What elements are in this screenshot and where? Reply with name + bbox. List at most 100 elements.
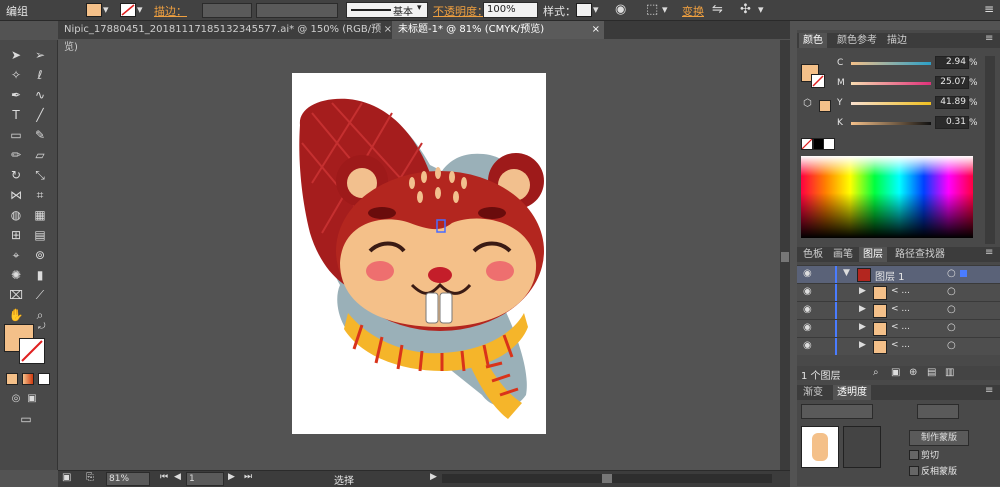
transparency-opacity-input[interactable] — [917, 404, 959, 419]
free-transform-tool-icon[interactable]: ⌗ — [30, 186, 50, 204]
prev-artboard-icon[interactable]: ◀ — [174, 472, 181, 482]
hand-tool-icon[interactable]: ✋ — [6, 306, 26, 324]
channel-m-value[interactable]: 25.07 — [935, 76, 969, 89]
tab-pathfinder[interactable]: 路径查找器 — [891, 247, 949, 262]
tab-nipic-document[interactable]: Nipic_17880451_20181117185132345577.ai* … — [58, 21, 396, 53]
channel-k-value[interactable]: 0.31 — [935, 116, 969, 129]
tab-gradient[interactable]: 渐变 — [799, 385, 827, 400]
target-icon[interactable]: ○ — [947, 304, 956, 315]
stroke-label[interactable]: 描边： — [154, 3, 187, 19]
channel-c-value[interactable]: 2.94 — [935, 56, 969, 69]
vertical-scrollbar[interactable] — [780, 40, 790, 470]
mesh-tool-icon[interactable]: ⊞ — [6, 226, 26, 244]
white-swatch[interactable] — [823, 138, 835, 150]
lasso-tool-icon[interactable]: ℓ — [30, 66, 50, 84]
scroll-thumb[interactable] — [602, 474, 612, 483]
chevron-down-icon[interactable]: ▼ — [843, 268, 850, 278]
artboard-nav-icon[interactable]: ▣ — [62, 472, 71, 483]
panel-menu-icon[interactable]: ≡ — [984, 2, 994, 16]
channel-m-slider[interactable] — [851, 82, 931, 85]
invert-mask-checkbox[interactable] — [909, 466, 919, 476]
scroll-thumb[interactable] — [781, 252, 789, 262]
variable-width-dropdown[interactable] — [256, 3, 338, 18]
pen-tool-icon[interactable]: ✒ — [6, 86, 26, 104]
type-tool-icon[interactable]: T — [6, 106, 26, 124]
gradient-tool-icon[interactable]: ▤ — [30, 226, 50, 244]
rotate-tool-icon[interactable]: ↻ — [6, 166, 26, 184]
clip-checkbox[interactable] — [909, 450, 919, 460]
sublayer-name[interactable]: < ... — [891, 304, 910, 314]
recolor-icon[interactable]: ◉ — [615, 2, 626, 17]
stroke-swatch[interactable] — [120, 3, 136, 17]
chevron-right-icon[interactable]: ▶ — [859, 340, 866, 350]
opacity-input[interactable]: 100% — [483, 2, 538, 18]
artboard-tool-icon[interactable]: ⌧ — [6, 286, 26, 304]
channel-y-value[interactable]: 41.89 — [935, 96, 969, 109]
eye-icon[interactable]: ◉ — [803, 304, 812, 315]
tab-untitled-document[interactable]: 未标题-1* @ 81% (CMYK/预览) × — [392, 21, 604, 39]
chevron-down-icon[interactable]: ▾ — [137, 3, 143, 16]
stroke-weight-dropdown[interactable] — [202, 3, 252, 18]
sublayer-name[interactable]: < ... — [891, 322, 910, 332]
paintbrush-tool-icon[interactable]: ✎ — [30, 126, 50, 144]
blend-tool-icon[interactable]: ⊚ — [30, 246, 50, 264]
fill-swatch[interactable] — [86, 3, 102, 17]
eye-icon[interactable]: ◉ — [803, 286, 812, 297]
slice-tool-icon[interactable]: ⟋ — [30, 286, 50, 304]
width-tool-icon[interactable]: ⋈ — [6, 186, 26, 204]
eyedropper-tool-icon[interactable]: ⌖ — [6, 246, 26, 264]
scale-tool-icon[interactable]: ⤡ — [30, 166, 50, 184]
graphic-style-swatch[interactable] — [576, 3, 592, 17]
reflect-icon[interactable]: ⇋ — [712, 2, 723, 17]
tab-swatches[interactable]: 色板 — [799, 247, 827, 262]
color-stroke-box[interactable] — [811, 74, 825, 88]
align-icon[interactable]: ⬚ — [646, 2, 658, 17]
next-artboard-icon[interactable]: ▶ — [228, 472, 235, 482]
export-icon[interactable]: ⎘ — [86, 472, 94, 483]
isolate-icon[interactable]: ✣ — [740, 2, 751, 17]
tab-layers[interactable]: 图层 — [859, 247, 887, 262]
screen-mode-icon[interactable]: ▭ — [16, 410, 36, 428]
channel-c-slider[interactable] — [851, 62, 931, 65]
none-swatch[interactable] — [801, 138, 813, 150]
layer-name[interactable]: 图层 1 — [875, 268, 905, 283]
rectangle-tool-icon[interactable]: ▭ — [6, 126, 26, 144]
none-mode-icon[interactable] — [38, 373, 50, 385]
chevron-down-icon[interactable]: ▾ — [758, 3, 764, 16]
chevron-right-icon[interactable]: ▶ — [859, 304, 866, 314]
direct-selection-tool-icon[interactable]: ➢ — [30, 46, 50, 64]
eye-icon[interactable]: ◉ — [803, 340, 812, 351]
close-icon[interactable]: × — [384, 21, 392, 39]
new-layer-icon[interactable]: ▤ — [927, 367, 936, 378]
tab-brushes[interactable]: 画笔 — [829, 247, 857, 262]
close-icon[interactable]: × — [592, 21, 600, 39]
color-spectrum[interactable] — [801, 156, 973, 238]
eye-icon[interactable]: ◉ — [803, 268, 812, 279]
blend-mode-dropdown[interactable] — [801, 404, 873, 419]
target-icon[interactable]: ○ — [947, 340, 956, 351]
clipping-mask-icon[interactable]: ▣ — [891, 367, 900, 378]
sublayer-row[interactable]: ◉ ▶ < ... ○ — [797, 319, 1000, 337]
new-sublayer-icon[interactable]: ⊕ — [909, 367, 917, 378]
first-artboard-icon[interactable]: ⏮ — [160, 472, 168, 482]
out-of-gamut-icon[interactable]: ⬡ — [803, 98, 812, 109]
eraser-tool-icon[interactable]: ▱ — [30, 146, 50, 164]
selection-indicator[interactable] — [960, 270, 967, 277]
line-tool-icon[interactable]: ╱ — [30, 106, 50, 124]
magic-wand-tool-icon[interactable]: ✧ — [6, 66, 26, 84]
panel-menu-icon[interactable]: ≡ — [985, 247, 993, 258]
symbol-sprayer-tool-icon[interactable]: ✺ — [6, 266, 26, 284]
transform-link[interactable]: 变换 — [682, 3, 704, 19]
locate-object-icon[interactable]: ⌕ — [873, 367, 879, 378]
zoom-dropdown[interactable]: 81% — [106, 472, 150, 486]
color-mode-icon[interactable] — [6, 373, 18, 385]
target-icon[interactable]: ○ — [947, 286, 956, 297]
eye-icon[interactable]: ◉ — [803, 322, 812, 333]
sublayer-name[interactable]: < ... — [891, 340, 910, 350]
brush-definition-dropdown[interactable]: 基本 ▾ — [346, 2, 428, 18]
curvature-tool-icon[interactable]: ∿ — [30, 86, 50, 104]
chevron-right-icon[interactable]: ▶ — [859, 322, 866, 332]
chevron-down-icon[interactable]: ▾ — [662, 3, 668, 16]
chevron-down-icon[interactable]: ▾ — [103, 3, 109, 16]
artboard[interactable] — [292, 73, 546, 434]
